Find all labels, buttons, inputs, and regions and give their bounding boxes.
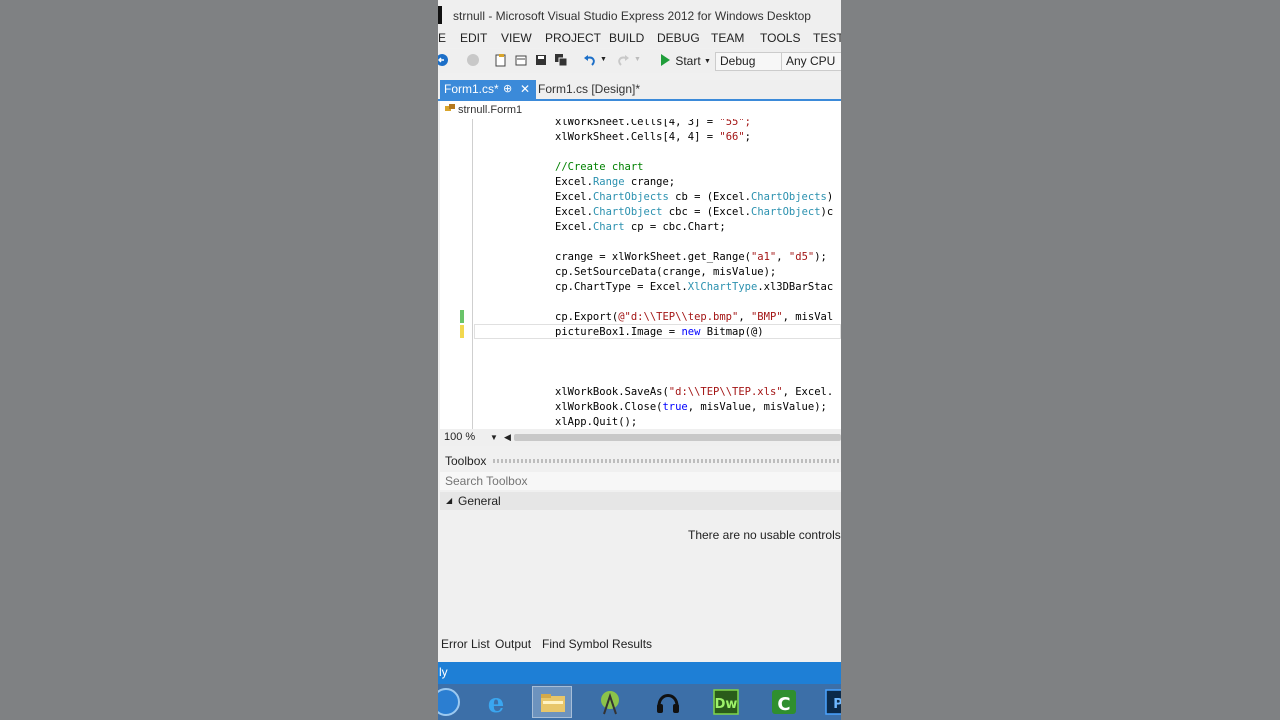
audio-player-icon[interactable] <box>648 686 688 718</box>
save-icon[interactable] <box>534 53 548 69</box>
scroll-left-icon[interactable]: ◀ <box>504 429 511 446</box>
status-text: ly <box>439 665 448 679</box>
navigate-forward-icon[interactable] <box>466 53 480 69</box>
close-icon[interactable]: ✕ <box>520 80 530 99</box>
code-line: xlWorkBook.SaveAs("d:\\TEP\\TEP.xls", Ex… <box>555 386 834 398</box>
change-marker-saved <box>460 310 464 323</box>
platform-value: Any CPU <box>786 54 836 68</box>
code-line: cp.ChartType = Excel.XlChartType.xl3DBar… <box>555 281 834 293</box>
tab-label: Form1.cs [Design]* <box>538 82 641 96</box>
chevron-down-icon: ▼ <box>704 58 711 65</box>
undo-icon[interactable] <box>583 53 597 69</box>
zoom-level[interactable]: 100 % <box>444 429 475 446</box>
group-label: General <box>458 494 501 508</box>
menu-tools[interactable]: TOOLS <box>760 31 800 45</box>
status-bar: ly <box>438 662 841 684</box>
windows-taskbar: e Dw C P <box>438 684 841 720</box>
menu-file[interactable]: E <box>438 31 446 45</box>
solution-configuration-select[interactable]: Debug ▼ <box>715 52 791 71</box>
indent-guide <box>472 119 473 429</box>
redo-dropdown-icon[interactable]: ▼ <box>634 56 641 72</box>
code-line: xlApp.Quit(); <box>555 416 638 428</box>
code-line-current: pictureBox1.Image = new Bitmap(@) <box>555 326 764 338</box>
left-pillarbox <box>0 0 438 720</box>
file-explorer-icon[interactable] <box>532 686 572 718</box>
code-line: cp.Export(@"d:\\TEP\\tep.bmp", "BMP", mi… <box>555 311 834 323</box>
new-project-icon[interactable] <box>494 53 508 69</box>
start-button-label: Start <box>675 54 701 68</box>
menu-test[interactable]: TEST <box>813 31 841 45</box>
toolbox-title: Toolbox <box>445 454 487 468</box>
start-button[interactable]: Start ▼ <box>658 53 711 69</box>
right-pillarbox <box>841 0 1280 720</box>
toolbox-header: Toolbox <box>440 452 841 470</box>
panel-grip[interactable] <box>493 459 841 463</box>
menu-build[interactable]: BUILD <box>609 31 644 45</box>
solution-platform-select[interactable]: Any CPU <box>781 52 841 71</box>
dreamweaver-icon[interactable]: Dw <box>706 686 746 718</box>
code-line: Excel.Range crange; <box>555 176 676 188</box>
android-studio-icon[interactable] <box>590 686 630 718</box>
code-line: xlWorkBook.Close(true, misValue, misValu… <box>555 401 827 413</box>
visual-studio-window: strnull - Microsoft Visual Studio Expres… <box>438 0 841 720</box>
code-comment: //Create chart <box>555 161 644 173</box>
change-marker-unsaved <box>460 325 464 338</box>
code-line: crange = xlWorkSheet.get_Range("a1", "d5… <box>555 251 827 263</box>
navigate-back-icon[interactable] <box>438 53 452 69</box>
code-line: Excel.ChartObjects cb = (Excel.ChartObje… <box>555 191 834 203</box>
tab-output[interactable]: Output <box>495 637 531 651</box>
document-tabs: Form1.cs* ⊕ ✕ Form1.cs [Design]* <box>438 80 841 100</box>
tab-label: Form1.cs* <box>444 82 499 96</box>
menu-bar: E EDIT VIEW PROJECT BUILD DEBUG TEAM TOO… <box>438 30 841 48</box>
navigation-bar[interactable]: strnull.Form1 <box>440 101 841 120</box>
tab-form1-cs[interactable]: Form1.cs* ⊕ ✕ <box>440 80 536 99</box>
editor-zoom-bar: 100 % ▼ ◀ <box>440 429 841 446</box>
code-line: xlWorkSheet.Cells[4, 4] = "66"; <box>555 131 751 143</box>
configuration-value: Debug <box>720 54 756 68</box>
open-file-icon[interactable] <box>514 53 528 69</box>
save-all-icon[interactable] <box>554 53 568 69</box>
class-path: strnull.Form1 <box>458 104 523 116</box>
menu-debug[interactable]: DEBUG <box>657 31 700 45</box>
tab-find-symbol-results[interactable]: Find Symbol Results <box>542 637 652 651</box>
standard-toolbar: ▼ ▼ Start ▼ Debug ▼ Any CPU <box>438 49 841 73</box>
redo-icon[interactable] <box>616 53 630 69</box>
class-icon <box>445 104 455 111</box>
svg-text:Dw: Dw <box>715 697 738 712</box>
start-orb-icon[interactable] <box>438 686 470 718</box>
code-line: Excel.ChartObject cbc = (Excel.ChartObje… <box>555 206 834 218</box>
vs-logo-icon <box>438 6 442 24</box>
code-line: cp.SetSourceData(crange, misValue); <box>555 266 777 278</box>
toolbox-empty-message: There are no usable controls in <box>688 528 841 542</box>
menu-team[interactable]: TEAM <box>711 31 744 45</box>
internet-explorer-icon[interactable]: e <box>476 686 516 719</box>
chevron-down-icon[interactable]: ▼ <box>490 429 498 446</box>
svg-text:C: C <box>777 694 790 715</box>
tab-error-list[interactable]: Error List <box>441 637 490 651</box>
menu-view[interactable]: VIEW <box>501 31 532 45</box>
collapse-triangle-icon: ◢ <box>446 496 453 505</box>
toolbox-group-general[interactable]: ◢ General <box>440 492 841 510</box>
code-line: Excel.Chart cp = cbc.Chart; <box>555 221 726 233</box>
menu-edit[interactable]: EDIT <box>460 31 487 45</box>
search-toolbox-input[interactable] <box>440 472 841 490</box>
window-title: strnull - Microsoft Visual Studio Expres… <box>453 9 811 23</box>
horizontal-scrollbar[interactable] <box>514 434 841 441</box>
editor-gutter <box>440 119 473 429</box>
photoshop-icon[interactable]: P <box>818 686 841 718</box>
code-editor[interactable]: xlWorkSheet.Cells[4, 3] = "55"; xlWorkSh… <box>440 119 841 429</box>
svg-text:P: P <box>833 697 841 712</box>
code-line: xlWorkSheet.Cells[4, 3] = "55"; <box>555 119 751 128</box>
tab-form1-design[interactable]: Form1.cs [Design]* <box>538 80 640 99</box>
title-bar: strnull - Microsoft Visual Studio Expres… <box>438 0 841 30</box>
pin-icon[interactable]: ⊕ <box>503 80 512 99</box>
svg-text:e: e <box>488 689 505 718</box>
camtasia-icon[interactable]: C <box>764 686 804 718</box>
menu-project[interactable]: PROJECT <box>545 31 601 45</box>
bottom-tool-tabs: Error List Output Find Symbol Results <box>438 636 841 654</box>
undo-dropdown-icon[interactable]: ▼ <box>600 56 607 72</box>
